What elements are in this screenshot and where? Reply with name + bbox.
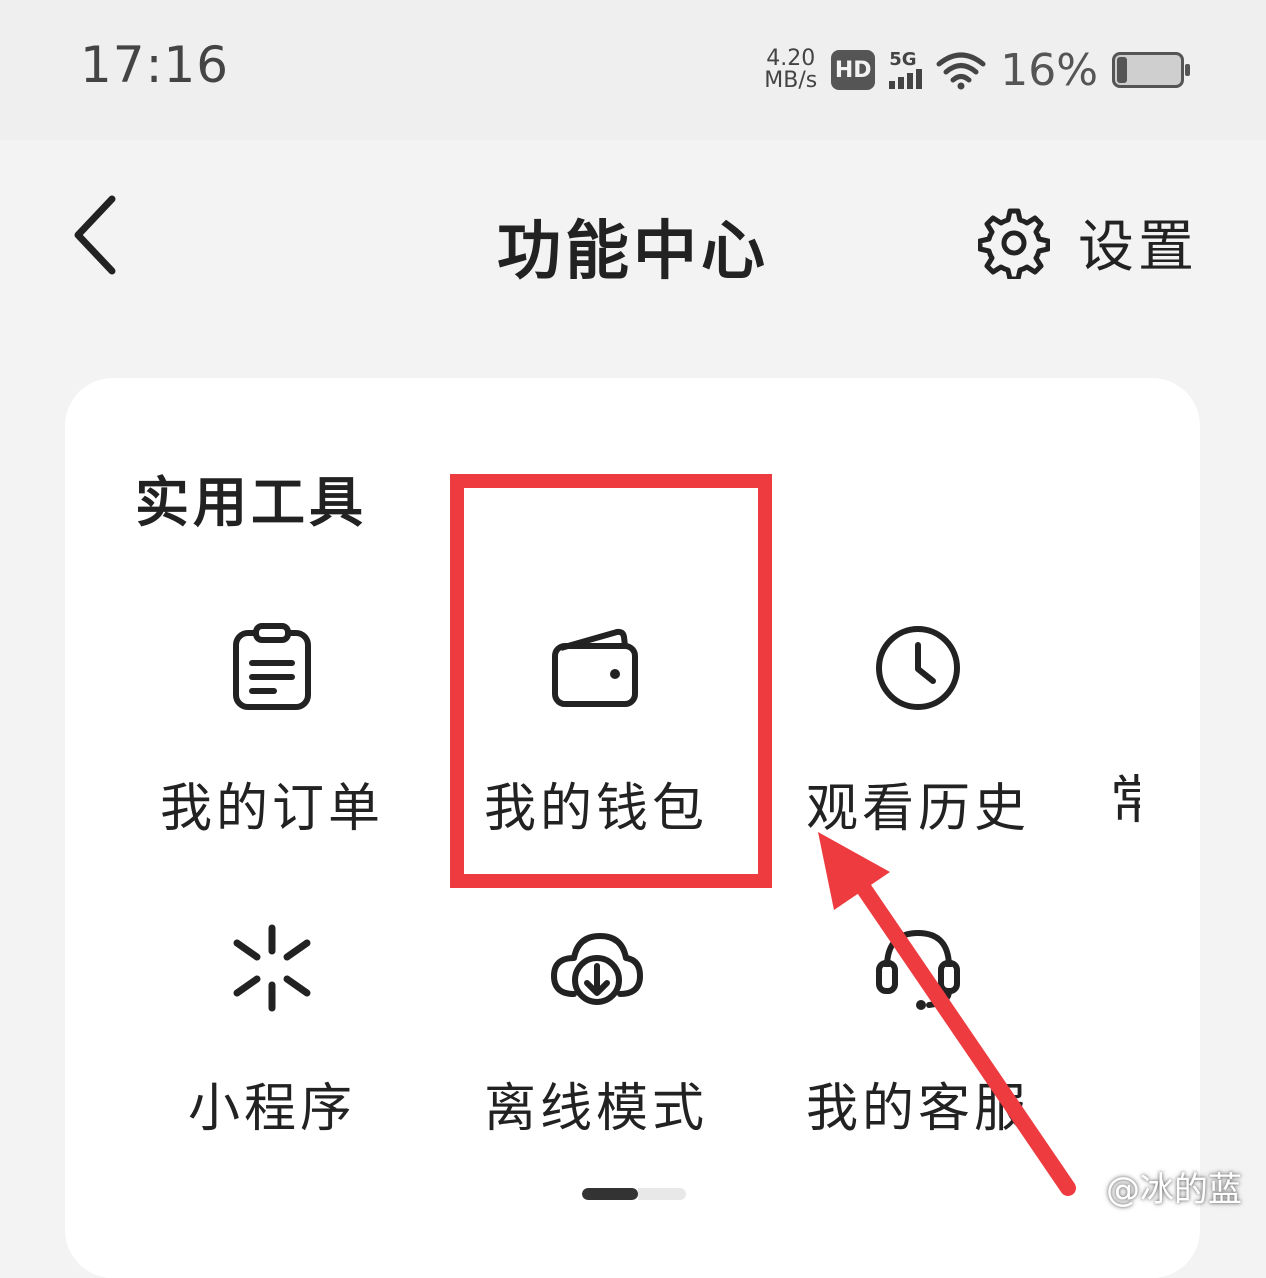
network-speed: 4.20 MB/s <box>764 48 817 92</box>
header: 功能中心 设置 <box>0 140 1266 340</box>
tools-card: 实用工具 我的订单 我的钱包 观看历史 常 小程序 离线模式 我的客服 <box>65 378 1200 1278</box>
status-indicators: 4.20 MB/s HD 5G 16% <box>764 40 1190 100</box>
headset-icon <box>876 929 960 1010</box>
tile-my-orders[interactable]: 我的订单 <box>132 618 412 878</box>
clipboard-icon <box>233 623 311 710</box>
battery-percent: 16% <box>1000 44 1098 96</box>
tile-label: 小程序 <box>187 1079 356 1139</box>
watermark-text: @冰的蓝 <box>1106 1170 1242 1210</box>
battery-icon <box>1112 52 1190 88</box>
tile-partial-label[interactable]: 常 <box>1110 758 1140 833</box>
tile-watch-history[interactable]: 观看历史 <box>778 618 1058 878</box>
clock-icon <box>876 626 960 710</box>
cloud-download-icon <box>551 933 643 1005</box>
tile-customer-service[interactable]: 我的客服 <box>778 918 1058 1178</box>
wifi-icon <box>936 52 986 90</box>
page-indicator <box>582 1188 686 1200</box>
page-indicator-active <box>582 1188 638 1200</box>
battery-level <box>1117 57 1127 83</box>
settings-button[interactable]: 设置 <box>978 202 1198 283</box>
status-bar: 17:16 4.20 MB/s HD 5G 16% <box>0 0 1266 140</box>
hd-icon: HD <box>831 50 876 90</box>
tile-offline-mode[interactable]: 离线模式 <box>456 918 736 1178</box>
watermark: @冰的蓝 <box>1106 1162 1242 1211</box>
tile-label: 离线模式 <box>483 1079 708 1139</box>
network-speed-unit: MB/s <box>764 68 818 93</box>
signal-icon: 5G <box>889 49 923 89</box>
status-time: 17:16 <box>80 36 230 94</box>
tile-label: 我的钱包 <box>483 779 708 839</box>
tile-label: 我的订单 <box>159 779 384 839</box>
page-indicator-inactive <box>638 1188 686 1200</box>
tile-my-wallet[interactable]: 我的钱包 <box>456 618 736 878</box>
wallet-icon <box>552 628 638 707</box>
mini-program-icon <box>233 924 311 1012</box>
tile-mini-programs[interactable]: 小程序 <box>132 918 412 1178</box>
signal-5g-label: 5G <box>889 49 917 70</box>
settings-label: 设置 <box>1078 215 1198 280</box>
section-title: 实用工具 <box>135 471 367 534</box>
tile-label: 观看历史 <box>805 779 1030 839</box>
gear-icon <box>978 208 1050 279</box>
tile-label: 我的客服 <box>805 1079 1030 1139</box>
signal-bars <box>889 69 923 89</box>
network-speed-value: 4.20 <box>766 46 816 71</box>
